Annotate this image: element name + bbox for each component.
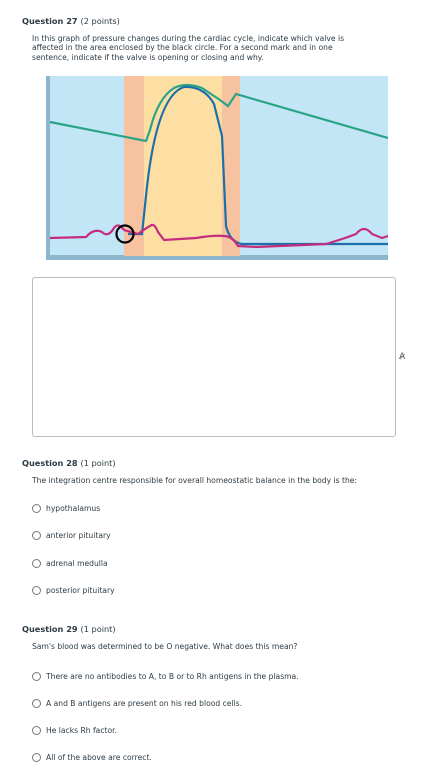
- question-title-text: Question 29: [22, 624, 78, 634]
- question-27-title: Question 27 (2 points): [22, 16, 120, 26]
- option-posterior-pituitary[interactable]: posterior pituitary: [32, 584, 115, 596]
- option-label: A and B antigens are present on his red …: [46, 698, 243, 708]
- option-label: posterior pituitary: [46, 585, 115, 595]
- spellcheck-icon[interactable]: A̷: [399, 352, 413, 364]
- radio-button[interactable]: [32, 725, 41, 735]
- radio-button[interactable]: [32, 671, 41, 681]
- atrial-systole-band: [124, 76, 144, 256]
- question-title-text: Question 27: [22, 16, 78, 26]
- question-28-title: Question 28 (1 point): [22, 458, 116, 468]
- radio-button[interactable]: [32, 503, 41, 513]
- option-label: All of the above are correct.: [46, 752, 152, 762]
- option-hypothalamus[interactable]: hypothalamus: [32, 502, 100, 514]
- radio-button[interactable]: [32, 752, 41, 762]
- question-points: (1 point): [80, 458, 116, 468]
- answer-text-area[interactable]: [32, 277, 396, 437]
- radio-button[interactable]: [32, 585, 41, 595]
- option-label: adrenal medulla: [46, 558, 108, 568]
- question-29-title: Question 29 (1 point): [22, 624, 116, 634]
- option-a-and-b-antigens[interactable]: A and B antigens are present on his red …: [32, 697, 242, 709]
- option-no-antibodies[interactable]: There are no antibodies to A, to B or to…: [32, 670, 299, 682]
- option-label: hypothalamus: [46, 503, 101, 513]
- cardiac-pressure-graph: [46, 76, 388, 260]
- prompt-line: In this graph of pressure changes during…: [32, 34, 345, 43]
- radio-button[interactable]: [32, 698, 41, 708]
- graph-left-edge: [46, 76, 50, 260]
- option-anterior-pituitary[interactable]: anterior pituitary: [32, 529, 111, 541]
- option-label: anterior pituitary: [46, 530, 111, 540]
- option-adrenal-medulla[interactable]: adrenal medulla: [32, 557, 108, 569]
- question-29-prompt: Sam's blood was determined to be O negat…: [32, 642, 298, 651]
- question-points: (2 points): [80, 16, 120, 26]
- question-28-prompt: The integration centre responsible for o…: [32, 476, 358, 485]
- option-label: He lacks Rh factor.: [46, 725, 117, 735]
- radio-button[interactable]: [32, 558, 41, 568]
- prompt-line: affected in the area enclosed by the bla…: [32, 43, 333, 53]
- prompt-line: sentence, indicate if the valve is openi…: [32, 52, 264, 62]
- spellcheck-glyph: A̷: [399, 352, 406, 362]
- option-label: There are no antibodies to A, to B or to…: [46, 671, 299, 681]
- question-27-prompt: In this graph of pressure changes during…: [32, 34, 344, 62]
- option-all-correct[interactable]: All of the above are correct.: [32, 751, 152, 763]
- question-points: (1 point): [80, 624, 116, 634]
- radio-button[interactable]: [32, 530, 41, 540]
- option-lacks-rh-factor[interactable]: He lacks Rh factor.: [32, 724, 117, 736]
- question-title-text: Question 28: [22, 458, 78, 468]
